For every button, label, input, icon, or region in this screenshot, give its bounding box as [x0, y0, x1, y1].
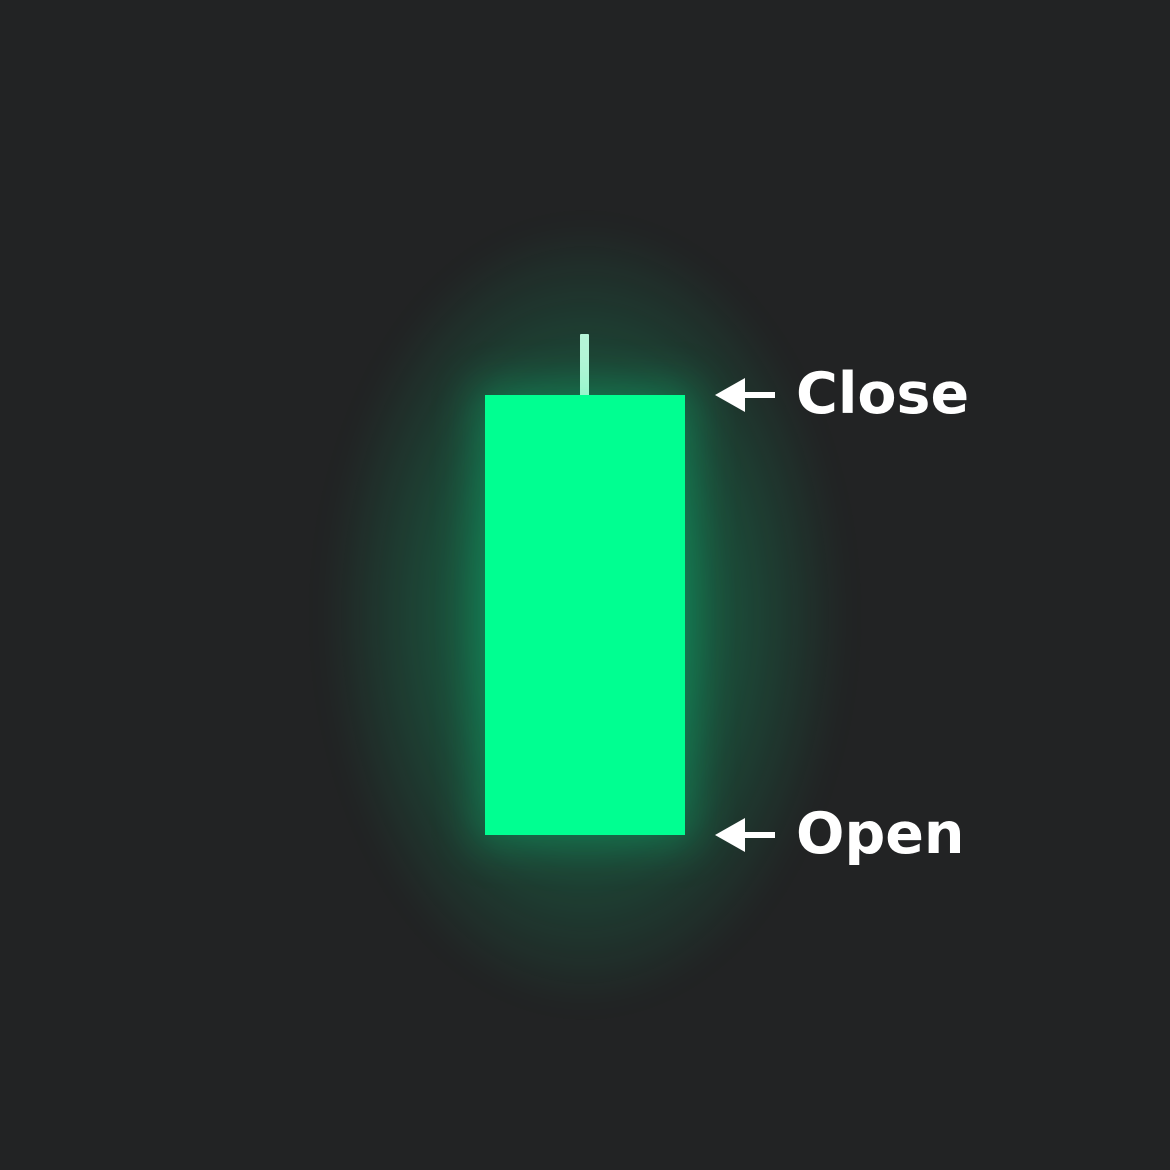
arrow-left-icon [715, 378, 775, 412]
open-label: Open [796, 801, 965, 867]
candlestick-diagram: Close Open [0, 0, 1170, 1170]
arrow-left-icon [715, 818, 775, 852]
candle-body [485, 395, 685, 835]
candle-upper-wick [580, 334, 589, 396]
close-label: Close [796, 361, 970, 427]
